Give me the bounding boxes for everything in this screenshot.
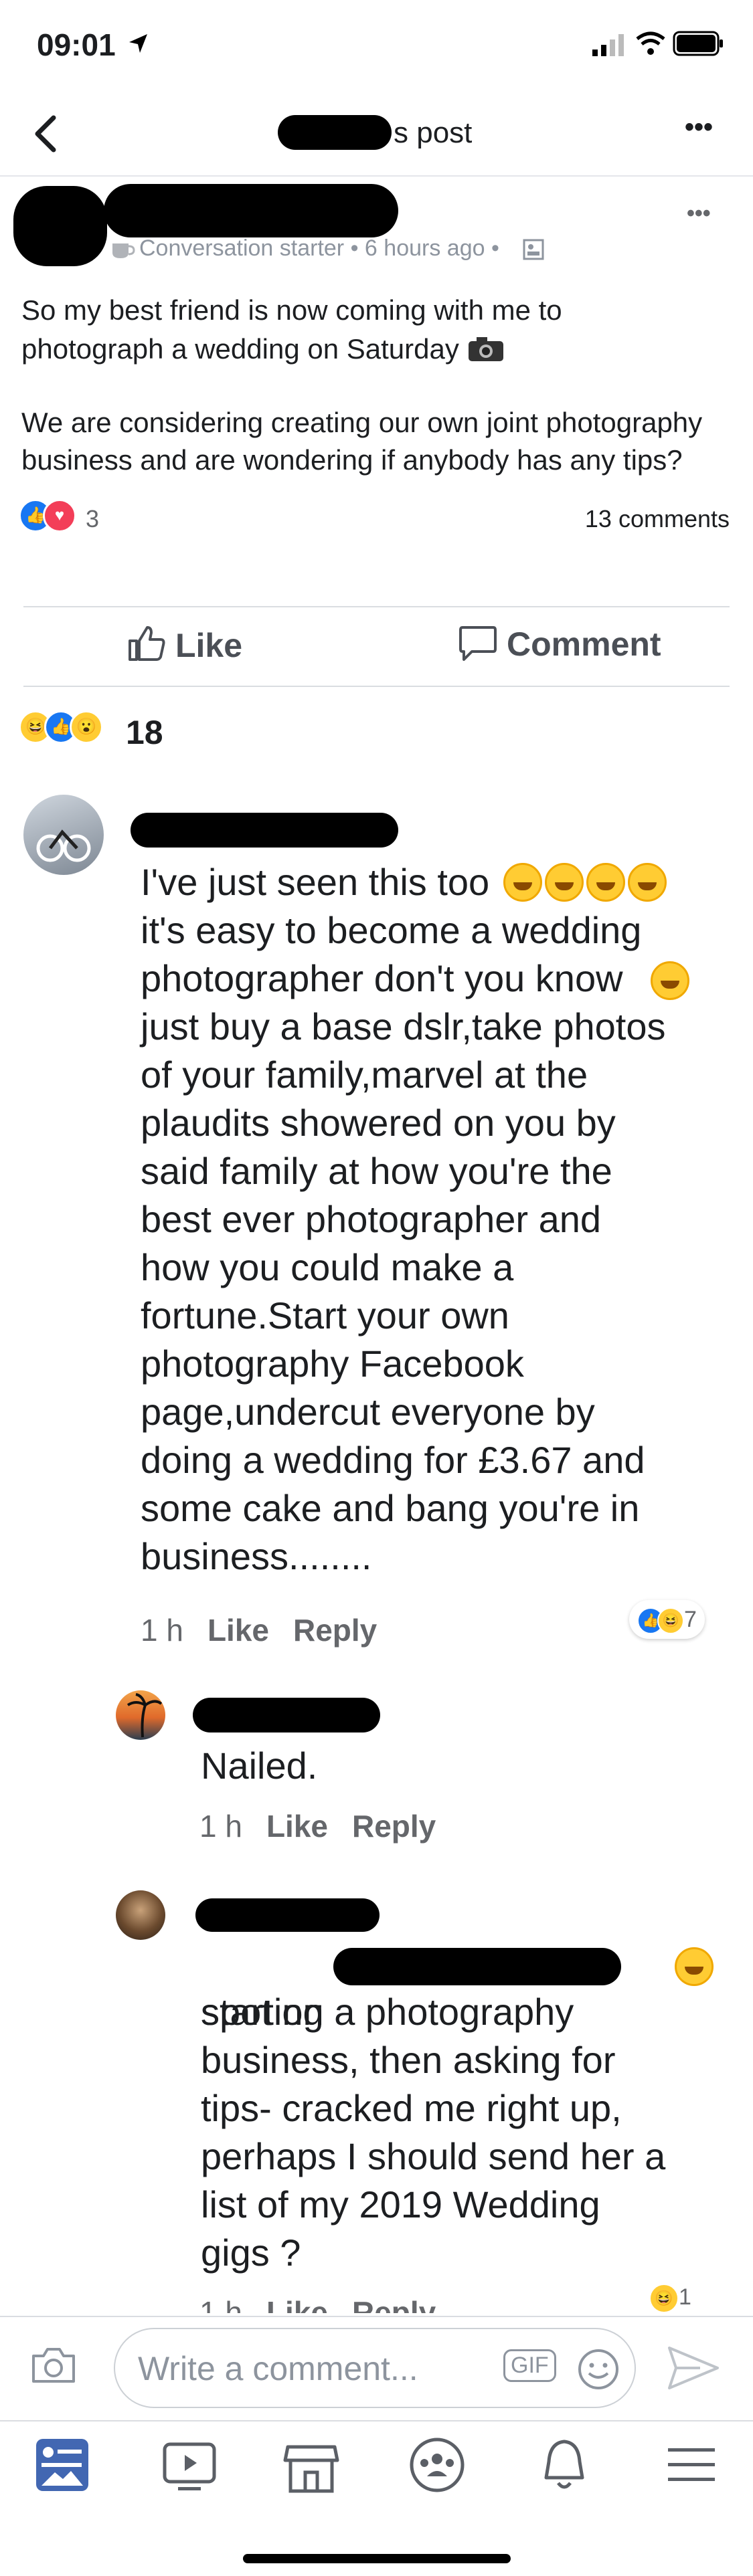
reply-time: 1 h — [199, 2295, 242, 2313]
comment-reaction-icons[interactable]: 😆 👍 😮 — [19, 710, 103, 744]
reply-meta: 1 h Like Reply — [199, 2294, 436, 2313]
comment-bubble-icon — [459, 626, 497, 661]
tab-groups-icon[interactable] — [407, 2435, 467, 2495]
redacted-author — [104, 184, 398, 237]
tab-notifications-icon[interactable] — [534, 2435, 594, 2495]
header-more-button[interactable]: ••• — [685, 112, 713, 142]
comment-like-link[interactable]: Like — [207, 1613, 269, 1648]
composer-divider — [0, 2316, 753, 2317]
comment-meta: 1 h Like Reply — [141, 1612, 377, 1648]
post-subtitle: Conversation starter • 6 hours ago • — [139, 235, 499, 261]
tab-marketplace-icon[interactable] — [281, 2438, 341, 2498]
post-text-line2-label: photograph a wedding on Saturday — [21, 333, 459, 365]
like-button[interactable]: Like — [127, 625, 242, 665]
reply-meta: 1 h Like Reply — [199, 1808, 436, 1844]
haha-reaction-icon: 😆 — [657, 1607, 684, 1635]
comment-input-placeholder: Write a comment... — [138, 2350, 418, 2387]
haha-reaction-icon: 😆 — [649, 2284, 679, 2313]
redacted-tag — [333, 1948, 621, 1985]
wifi-icon — [636, 31, 665, 55]
send-icon[interactable] — [667, 2345, 720, 2391]
comment-avatar[interactable] — [23, 795, 104, 875]
status-time: 09:01 — [37, 27, 116, 62]
post-comments-count[interactable]: 13 comments — [585, 505, 730, 533]
redacted-commenter — [131, 813, 398, 848]
signal-icon — [592, 34, 624, 56]
action-divider-bottom — [23, 686, 730, 687]
rofl-emoji-icon — [586, 863, 625, 902]
comment-reply-link[interactable]: Reply — [293, 1613, 377, 1648]
post-reaction-icons[interactable]: 👍 ♥ — [19, 499, 76, 532]
rofl-emoji-icon — [651, 961, 689, 1000]
home-indicator — [243, 2554, 511, 2563]
reply-reply-link[interactable]: Reply — [352, 1809, 436, 1844]
group-privacy-icon — [523, 239, 544, 260]
comment-reaction-badge[interactable]: 👍 😆 7 — [629, 1600, 705, 1639]
comment-button-label: Comment — [507, 625, 661, 663]
action-divider-top — [23, 606, 730, 607]
comment-text: I've just seen this too it's easy to bec… — [141, 861, 666, 1577]
reply-like-link[interactable]: Like — [266, 2295, 328, 2313]
rofl-emoji-icon — [628, 863, 667, 902]
post-text-line1: So my best friend is now coming with me … — [21, 294, 562, 326]
like-button-label: Like — [175, 627, 243, 664]
rofl-emoji-icon — [545, 863, 584, 902]
header-divider — [0, 175, 753, 177]
tab-menu-icon[interactable] — [661, 2435, 722, 2495]
post-text-line4: business and are wondering if anybody ha… — [21, 444, 683, 476]
bike-image-icon — [36, 829, 91, 862]
comment-input[interactable]: Write a comment... GIF — [114, 2328, 636, 2408]
rofl-emoji-icon — [503, 863, 542, 902]
reply-reaction-badge[interactable]: 😆 1 — [649, 2284, 691, 2313]
palm-sunset-icon — [127, 1693, 163, 1738]
cup-icon — [112, 243, 135, 258]
thumb-up-icon — [129, 626, 165, 661]
camera-icon[interactable] — [30, 2345, 77, 2385]
reply-time: 1 h — [199, 1809, 242, 1844]
back-chevron-icon[interactable] — [32, 114, 59, 154]
tab-watch-icon[interactable] — [159, 2438, 220, 2498]
redacted-commenter — [193, 1698, 380, 1732]
redacted-commenter — [195, 1898, 380, 1932]
comment-button[interactable]: Comment — [458, 625, 661, 664]
laugh-emoji-row — [501, 863, 667, 902]
emoji-picker-icon[interactable] — [577, 2348, 620, 2391]
reply-reply-link[interactable]: Reply — [352, 2295, 436, 2313]
reply-reaction-badge-count: 1 — [679, 2284, 691, 2310]
redacted-avatar — [13, 186, 107, 266]
header-title: s post — [394, 116, 473, 149]
camera-emoji-icon — [468, 337, 503, 361]
post-text-line3: We are considering creating our own join… — [21, 407, 703, 438]
love-reaction-icon: ♥ — [43, 499, 76, 532]
tab-news-feed-icon[interactable] — [32, 2435, 92, 2495]
comment-reaction-count: 18 — [126, 714, 163, 751]
redacted-name — [278, 115, 392, 150]
wow-reaction-icon: 😮 — [70, 710, 103, 744]
reply-like-link[interactable]: Like — [266, 1809, 328, 1844]
comment-time: 1 h — [141, 1613, 183, 1648]
post-reaction-count: 3 — [86, 505, 100, 532]
battery-icon — [673, 31, 723, 56]
post-text-line2: photograph a wedding on Saturday — [21, 333, 505, 365]
reply-avatar[interactable] — [116, 1690, 165, 1740]
reply-text-rest: starting a photography business, then as… — [201, 1991, 666, 2274]
reply-text: Nailed. — [201, 1745, 318, 1787]
gif-button[interactable]: GIF — [503, 2349, 556, 2382]
location-arrow-icon — [129, 34, 147, 53]
reply-avatar[interactable] — [116, 1890, 165, 1940]
tab-bar-divider — [0, 2420, 753, 2421]
post-more-button[interactable]: ••• — [687, 201, 711, 227]
comment-reaction-badge-count: 7 — [684, 1607, 697, 1632]
